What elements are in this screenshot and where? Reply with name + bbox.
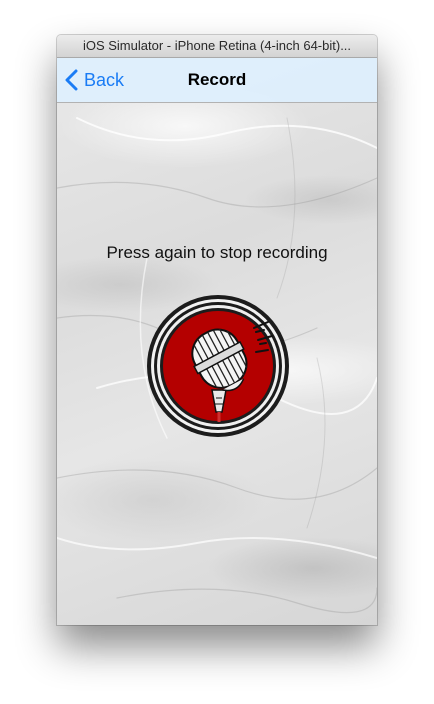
window-title: iOS Simulator - iPhone Retina (4-inch 64… <box>57 35 377 58</box>
phone-screen: Back Record Press again to stop recordin… <box>57 58 377 625</box>
record-button[interactable] <box>146 294 290 438</box>
simulator-window: iOS Simulator - iPhone Retina (4-inch 64… <box>57 35 377 625</box>
page-title: Record <box>187 70 247 89</box>
navigation-bar: Back Record <box>57 58 377 103</box>
instruction-text: Press again to stop recording <box>106 243 328 262</box>
microphone-icon <box>147 295 289 437</box>
